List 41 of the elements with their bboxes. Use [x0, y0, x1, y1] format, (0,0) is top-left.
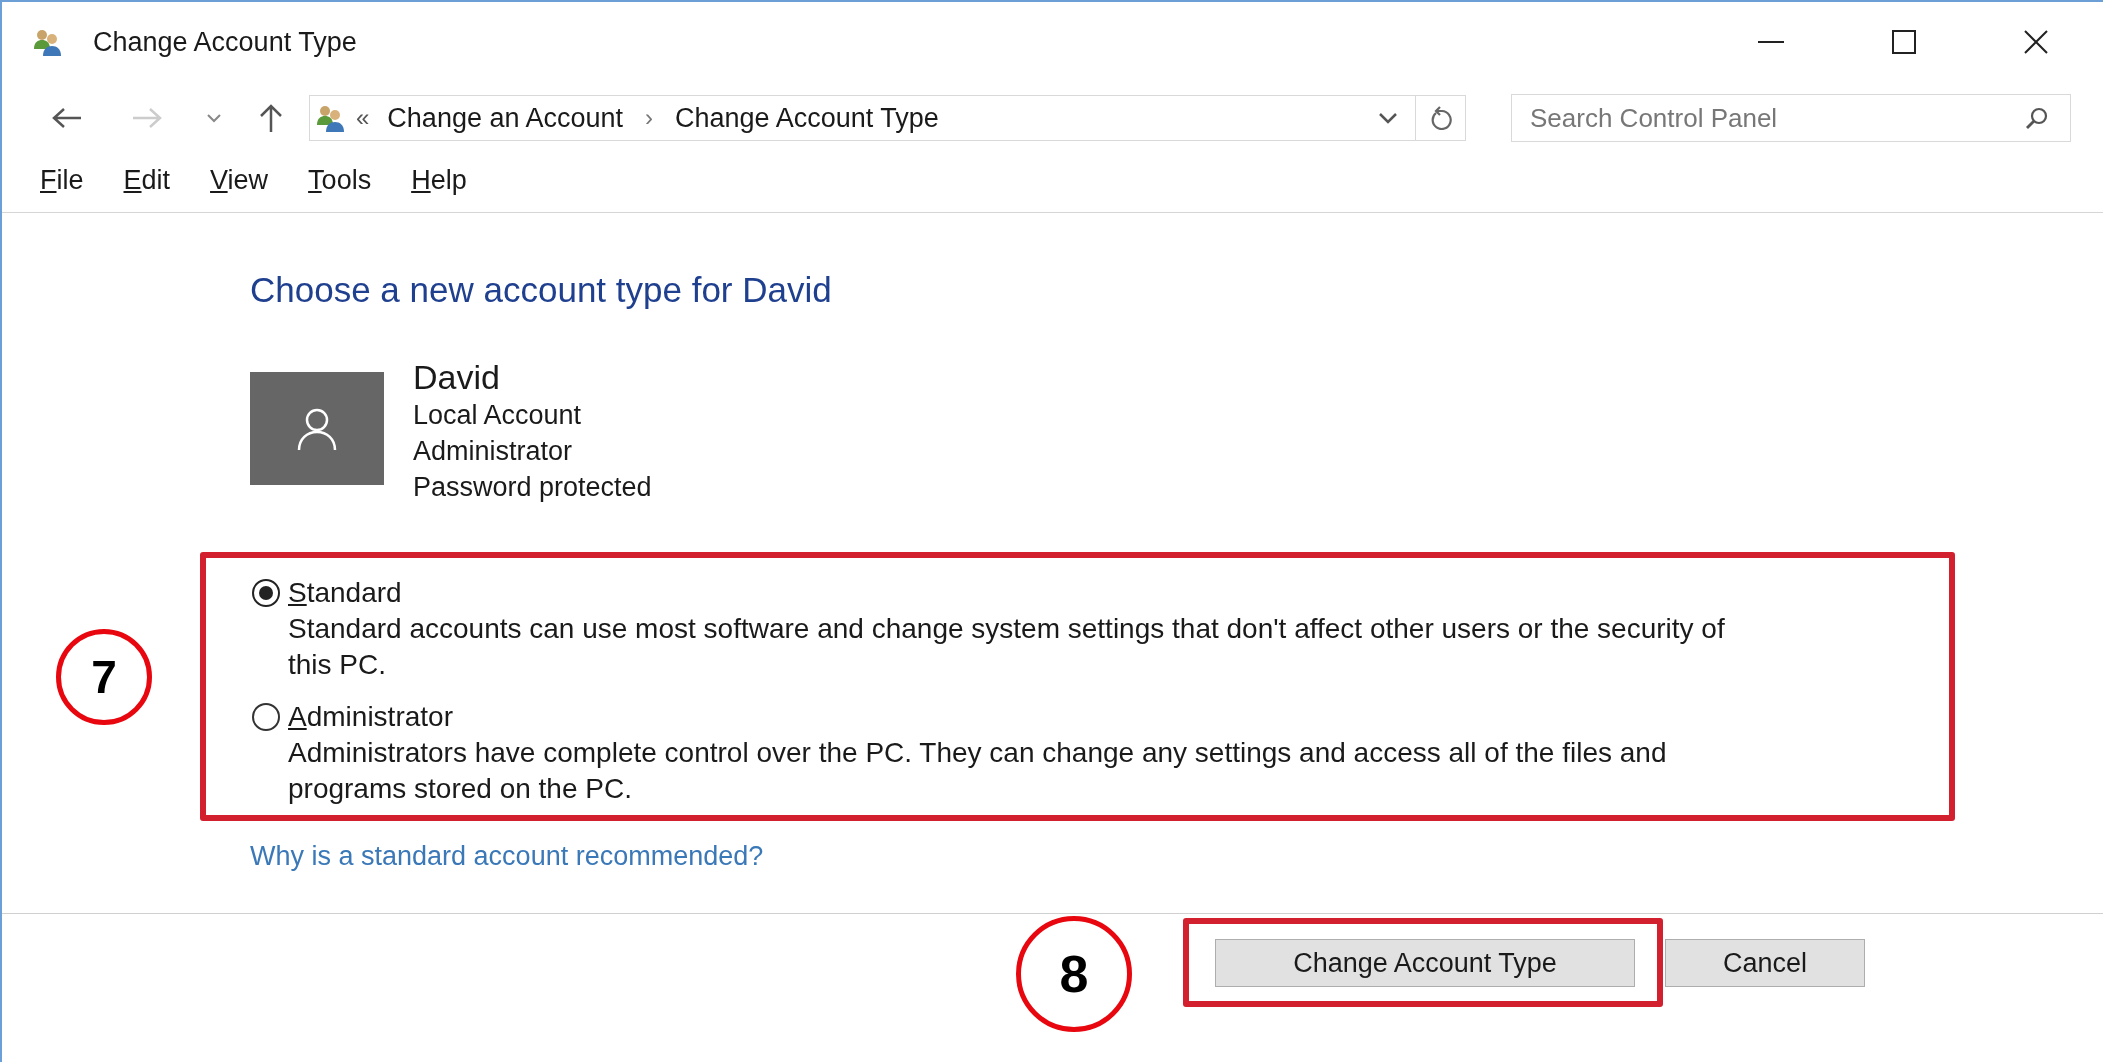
search-field[interactable]: Search Control Panel	[1511, 94, 2071, 142]
minimize-icon[interactable]	[1758, 40, 1784, 44]
account-detail: Password protected	[413, 471, 652, 504]
window-title: Change Account Type	[93, 26, 357, 58]
account-name: David	[413, 357, 501, 397]
option-description: Standard accounts can use most software and change system settings that don't affect other users or the security of this PC.	[288, 612, 1726, 682]
dialog-button[interactable]: Change Account Type	[1215, 939, 1635, 987]
refresh-icon	[1429, 106, 1452, 130]
account-detail: Administrator	[413, 435, 574, 468]
maximize-icon[interactable]	[1892, 30, 1916, 54]
help-link[interactable]: Why is a standard account recommended?	[250, 838, 764, 874]
menu-item[interactable]: View	[210, 164, 269, 196]
radio-label[interactable]: Standard	[288, 575, 402, 611]
breadcrumb-item[interactable]: Change an Account	[387, 102, 624, 134]
up-arrow-icon[interactable]	[259, 104, 283, 132]
step-number-annotation: 8	[1016, 916, 1132, 1032]
close-icon[interactable]	[2024, 30, 2048, 54]
menu-item[interactable]: Tools	[308, 164, 372, 196]
breadcrumb-separator[interactable]: ›	[645, 104, 654, 132]
refresh-button[interactable]	[1416, 95, 1466, 141]
option-description: Administrators have complete control over the PC. They can change any settings and access all of the files and programs stored on the PC.	[288, 736, 1668, 806]
menu-item[interactable]: File	[40, 164, 84, 196]
user-silhouette-icon	[297, 406, 337, 451]
address-bar[interactable]: « Change an Account › Change Account Type	[309, 95, 1416, 141]
radio-label[interactable]: Administrator	[288, 699, 453, 735]
menu-item[interactable]: Edit	[123, 164, 171, 196]
radio-button[interactable]	[252, 703, 280, 731]
chevron-down-icon[interactable]	[1379, 112, 1397, 124]
users-icon	[33, 27, 61, 57]
search-icon	[2025, 106, 2049, 130]
radio-button[interactable]	[252, 579, 280, 607]
menu-item[interactable]: Help	[411, 164, 467, 196]
dialog-button[interactable]: Cancel	[1665, 939, 1865, 987]
breadcrumb-item[interactable]: Change Account Type	[675, 102, 939, 134]
chevron-down-icon[interactable]	[207, 113, 221, 123]
step-number-annotation: 7	[56, 629, 152, 725]
overflow-chevron[interactable]: «	[356, 104, 370, 132]
back-arrow-icon[interactable]	[52, 107, 82, 129]
account-detail: Local Account	[413, 399, 583, 432]
users-icon	[316, 103, 344, 133]
page-heading: Choose a new account type for David	[249, 269, 833, 311]
